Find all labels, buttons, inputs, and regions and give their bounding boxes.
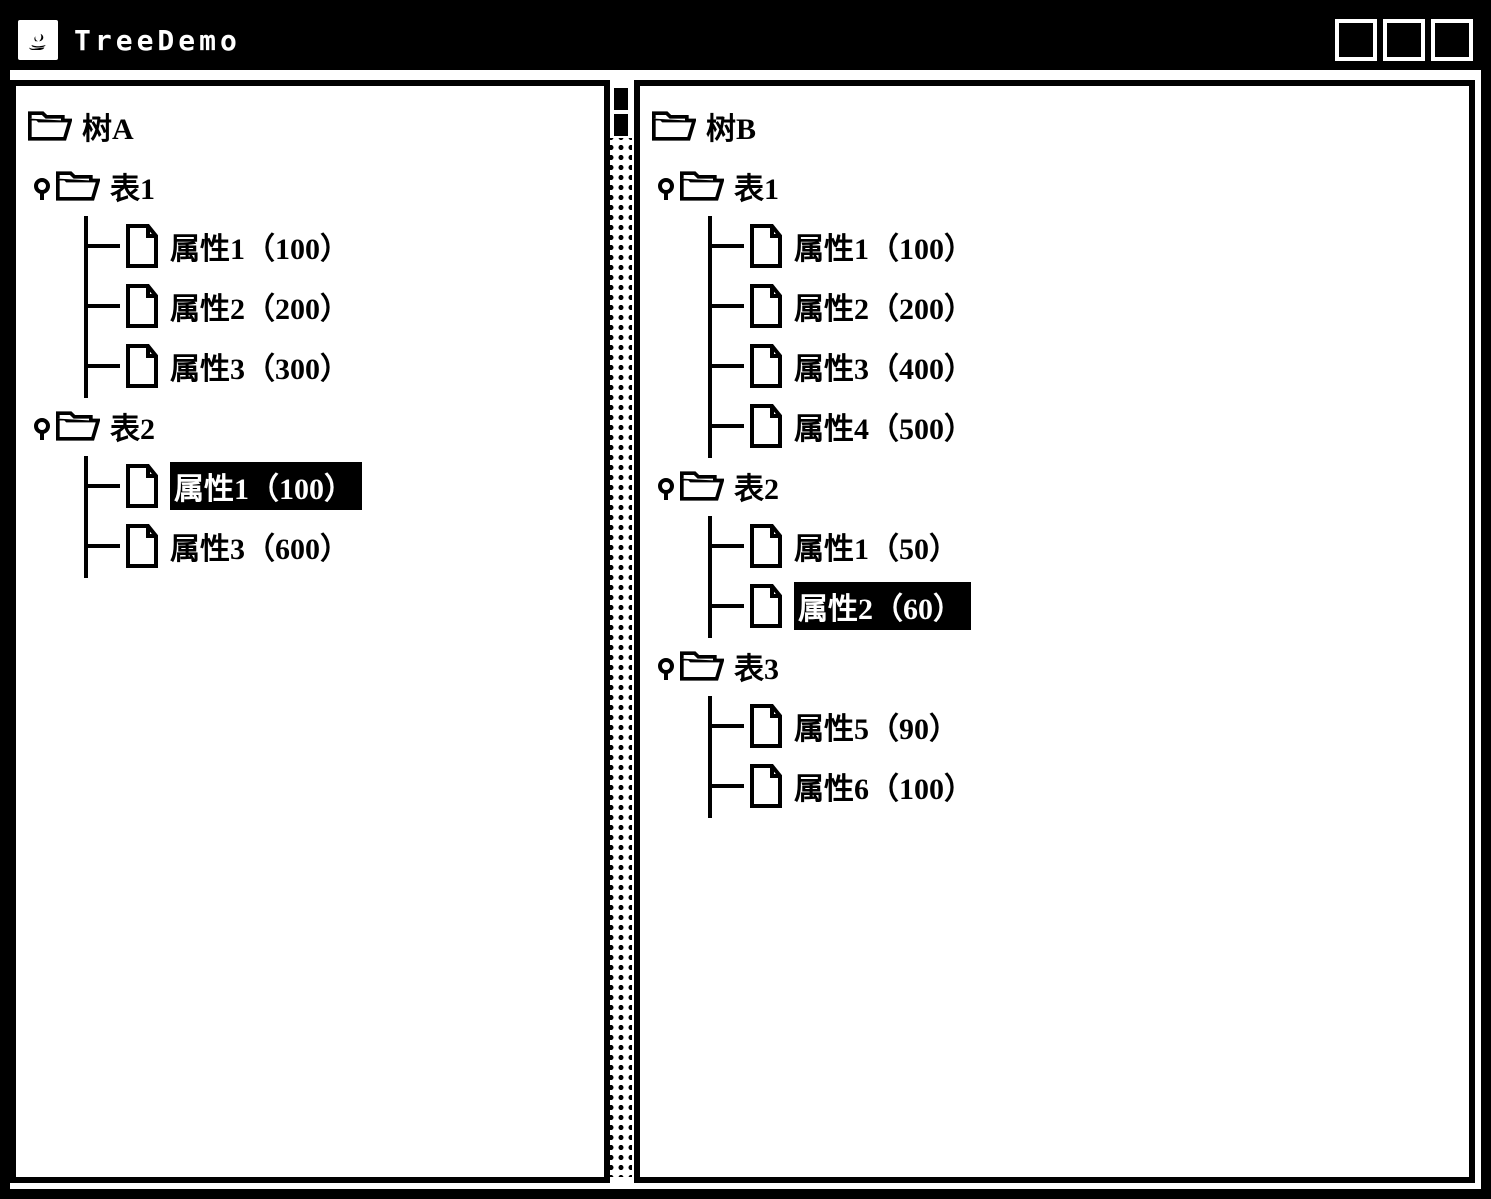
tree-leaf-node[interactable]: 属性1（100） [708, 216, 1457, 276]
tree-leaf-node[interactable]: 属性2（200） [84, 276, 592, 336]
tree-node-label: 树A [82, 104, 134, 148]
document-icon [124, 464, 160, 508]
tree-leaf-node[interactable]: 属性3（300） [84, 336, 592, 396]
tree-node-label: 表3 [734, 644, 779, 688]
tree-leaf-node[interactable]: 属性2（60） [708, 576, 1457, 636]
java-icon [18, 20, 58, 60]
tree-folder-node[interactable]: 表2 [652, 456, 1457, 516]
tree-node-label: 属性1（50） [794, 524, 959, 568]
tree-folder-node[interactable]: 表2 [28, 396, 592, 456]
document-icon [748, 764, 784, 808]
expand-handle-icon[interactable] [652, 178, 680, 194]
folder-open-icon [652, 109, 696, 143]
split-handle[interactable] [610, 80, 632, 1183]
folder-open-icon [28, 109, 72, 143]
tree-node-label: 属性6（100） [794, 764, 974, 808]
document-icon [748, 224, 784, 268]
document-icon [748, 404, 784, 448]
expand-handle-icon[interactable] [652, 478, 680, 494]
tree-node-label: 属性2（60） [794, 582, 971, 630]
tree-leaf-node[interactable]: 属性3（400） [708, 336, 1457, 396]
minimize-button[interactable] [1335, 19, 1377, 61]
document-icon [124, 224, 160, 268]
tree-node-label: 属性2（200） [794, 284, 974, 328]
tree-leaf-node[interactable]: 属性1（50） [708, 516, 1457, 576]
splitter-arrow-right-icon [614, 114, 628, 136]
tree-b[interactable]: 树B 表1 属性1（100） 属性2（200） 属性3（400） 属性4（500） 表2 属性… [652, 96, 1457, 816]
content-area: 树A 表1 属性1（100） 属性2（200） 属性3（300） 表2 属性1（100） 属性… [10, 70, 1481, 1189]
document-icon [124, 284, 160, 328]
tree-node-label: 属性3（400） [794, 344, 974, 388]
tree-node-label: 属性1（100） [170, 224, 350, 268]
tree-leaf-node[interactable]: 属性4（500） [708, 396, 1457, 456]
folder-open-icon [56, 409, 100, 443]
document-icon [748, 704, 784, 748]
left-tree-panel: 树A 表1 属性1（100） 属性2（200） 属性3（300） 表2 属性1（100） 属性… [10, 80, 610, 1183]
splitter-arrow-left-icon [614, 88, 628, 110]
close-button[interactable] [1431, 19, 1473, 61]
tree-root-node[interactable]: 树B [652, 96, 1457, 156]
tree-node-label: 属性4（500） [794, 404, 974, 448]
tree-node-label: 属性3（300） [170, 344, 350, 388]
tree-node-label: 属性2（200） [170, 284, 350, 328]
tree-leaf-node[interactable]: 属性6（100） [708, 756, 1457, 816]
right-tree-panel: 树B 表1 属性1（100） 属性2（200） 属性3（400） 属性4（500） 表2 属性… [634, 80, 1475, 1183]
tree-node-label: 表1 [734, 164, 779, 208]
expand-handle-icon[interactable] [28, 418, 56, 434]
tree-node-label: 属性1（100） [170, 462, 362, 510]
document-icon [748, 524, 784, 568]
title-bar[interactable]: TreeDemo [10, 10, 1481, 70]
document-icon [124, 344, 160, 388]
tree-node-label: 表2 [734, 464, 779, 508]
document-icon [748, 584, 784, 628]
document-icon [748, 284, 784, 328]
tree-folder-node[interactable]: 表3 [652, 636, 1457, 696]
tree-a[interactable]: 树A 表1 属性1（100） 属性2（200） 属性3（300） 表2 属性1（100） 属性… [28, 96, 592, 576]
folder-open-icon [680, 169, 724, 203]
expand-handle-icon[interactable] [652, 658, 680, 674]
tree-node-label: 属性1（100） [794, 224, 974, 268]
expand-handle-icon[interactable] [28, 178, 56, 194]
tree-leaf-node[interactable]: 属性1（100） [84, 456, 592, 516]
folder-open-icon [56, 169, 100, 203]
tree-node-label: 表2 [110, 404, 155, 448]
folder-open-icon [680, 469, 724, 503]
folder-open-icon [680, 649, 724, 683]
tree-node-label: 属性3（600） [170, 524, 350, 568]
splitter-grip-icon [610, 138, 632, 1177]
tree-folder-node[interactable]: 表1 [28, 156, 592, 216]
tree-node-label: 属性5（90） [794, 704, 959, 748]
tree-leaf-node[interactable]: 属性2（200） [708, 276, 1457, 336]
tree-root-node[interactable]: 树A [28, 96, 592, 156]
tree-leaf-node[interactable]: 属性3（600） [84, 516, 592, 576]
maximize-button[interactable] [1383, 19, 1425, 61]
document-icon [124, 524, 160, 568]
tree-node-label: 表1 [110, 164, 155, 208]
tree-leaf-node[interactable]: 属性1（100） [84, 216, 592, 276]
tree-folder-node[interactable]: 表1 [652, 156, 1457, 216]
document-icon [748, 344, 784, 388]
window-title: TreeDemo [74, 24, 241, 57]
tree-leaf-node[interactable]: 属性5（90） [708, 696, 1457, 756]
app-window: TreeDemo 树A 表1 属性1（100） 属性2（200） 属性3（300） 表2 属… [0, 0, 1491, 1199]
tree-node-label: 树B [706, 104, 756, 148]
